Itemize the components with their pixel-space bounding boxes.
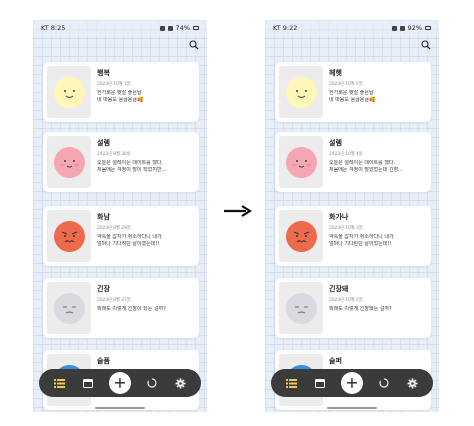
entry-body: 처음에는 걱정이 많이 되었지만... xyxy=(97,167,167,173)
diary-card[interactable]: 화가나 2023년 10월 3일 약속을 갑자기 취소하다니 내가 얼마나 기다… xyxy=(275,206,431,266)
entry-title: 설렘 xyxy=(329,139,342,147)
search-icon[interactable] xyxy=(421,40,431,50)
phone-before: KT 8:25 74% 행복 2023년 10월 1일 한가로운 햇살 좋은날 … xyxy=(33,20,207,412)
entry-body: 뭐래도 이렇게 긴장이 되는 걸까? xyxy=(97,306,166,312)
wifi-icon xyxy=(167,25,173,31)
emotion-thumb xyxy=(279,66,323,118)
entry-body: 오늘은 설레이는 데이트를 했다. xyxy=(329,160,396,166)
calendar-icon[interactable] xyxy=(80,375,96,391)
entry-body: 내 마음도 몽글몽글🥰 xyxy=(329,97,376,103)
entry-title: 헤헷 xyxy=(329,69,342,77)
gear-icon[interactable] xyxy=(405,375,421,391)
loading-icon[interactable] xyxy=(376,375,392,391)
list-icon[interactable] xyxy=(51,375,67,391)
entry-body: 약속을 갑자기 취소하다니 내가 xyxy=(329,234,394,240)
calendar-icon[interactable] xyxy=(312,375,328,391)
entry-title: 화가나 xyxy=(329,213,349,221)
entry-date: 2023년 10월 1일 xyxy=(97,82,131,87)
entry-title: 설렘 xyxy=(97,139,110,147)
entry-date: 2023년 9월 29일 xyxy=(97,226,131,231)
emotion-thumb xyxy=(47,210,91,262)
entry-title: 긴장돼 xyxy=(329,285,349,293)
entry-body: 뭐래도 이렇게 긴장돼는 걸까? xyxy=(329,306,392,312)
diary-card[interactable]: 행복 2023년 10월 1일 한가로운 햇살 좋은날 내 마음도 몽글몽글🥰 xyxy=(43,62,199,122)
happy-face-icon xyxy=(53,76,85,108)
happy-face-icon xyxy=(285,76,317,108)
status-icons: 92% xyxy=(391,24,431,32)
entry-body: 한가로운 햇살 좋은날 xyxy=(97,90,142,96)
excited-face-icon xyxy=(53,146,85,178)
entry-title: 슬퍼 xyxy=(329,357,342,365)
diary-card[interactable]: 설렘 2023년 10월 4일 오늘은 설레이는 데이트를 했다. 처음에는 걱… xyxy=(275,132,431,192)
entry-title: 행복 xyxy=(97,69,110,77)
battery-icon xyxy=(425,26,431,30)
diary-card[interactable]: 긴장돼 2023년 10월 2일 뭐래도 이렇게 긴장돼는 걸까? xyxy=(275,278,431,338)
add-button[interactable]: + xyxy=(340,372,363,394)
nervous-face-icon xyxy=(285,292,317,324)
entry-title: 화남 xyxy=(97,213,110,221)
emotion-thumb xyxy=(47,282,91,334)
diary-card[interactable]: 화남 2023년 9월 29일 약속을 갑자기 취소하다니 내가 얼마나 기다려… xyxy=(43,206,199,266)
diary-card[interactable]: 긴장 2023년 9월 27일 뭐래도 이렇게 긴장이 되는 걸까? xyxy=(43,278,199,338)
entry-date: 2023년 9월 30일 xyxy=(97,152,131,157)
entry-date: 2023년 10월 2일 xyxy=(329,298,363,303)
entry-body: 한가로운 햇살 좋은날 xyxy=(329,90,374,96)
entry-body: 얼마나 기다려던 날이였는데!! xyxy=(97,241,160,247)
status-time: KT 8:25 xyxy=(41,24,66,32)
emotion-thumb xyxy=(47,136,91,188)
list-icon[interactable] xyxy=(283,375,299,391)
loading-icon[interactable] xyxy=(144,375,160,391)
entry-body: 얼마나 기다린던 날이었는데!! xyxy=(329,241,392,247)
entry-title: 슬픔 xyxy=(97,357,110,365)
bottom-navbar: + xyxy=(39,369,201,397)
battery-icon xyxy=(193,26,199,30)
diary-card[interactable]: 헤헷 2023년 10월 5일 한가로운 햇살 좋은날 내 마음도 몽글몽글🥰 xyxy=(275,62,431,122)
diary-card[interactable]: 설렘 2023년 9월 30일 오늘은 설레이는 데이트를 했다. 처음에는 걱… xyxy=(43,132,199,192)
home-indicator xyxy=(95,407,145,409)
entry-body: 오늘은 설레이는 데이트를 했다. xyxy=(97,160,164,166)
phone-after: KT 9:22 92% 헤헷 2023년 10월 5일 한가로운 햇살 좋은날 … xyxy=(265,20,439,412)
status-icons: 74% xyxy=(159,24,199,32)
entry-date: 2023년 10월 5일 xyxy=(329,82,363,87)
search-icon[interactable] xyxy=(189,40,199,50)
emotion-thumb xyxy=(279,136,323,188)
entry-date: 2023년 10월 3일 xyxy=(329,226,363,231)
status-bar: KT 9:22 92% xyxy=(265,20,439,36)
bottom-navbar: + xyxy=(271,369,433,397)
emotion-thumb xyxy=(279,210,323,262)
excited-face-icon xyxy=(285,146,317,178)
entry-body: 처음에는 걱정이 많았었는데 긴장... xyxy=(329,167,403,173)
emotion-thumb xyxy=(47,66,91,118)
battery-percent: 92% xyxy=(407,24,422,32)
signal-icon xyxy=(391,25,397,31)
battery-percent: 74% xyxy=(175,24,190,32)
gear-icon[interactable] xyxy=(173,375,189,391)
entry-body: 약속을 갑자기 취소하다니 내가 xyxy=(97,234,162,240)
angry-face-icon xyxy=(53,220,85,252)
entry-date: 2023년 9월 27일 xyxy=(97,298,131,303)
add-button[interactable]: + xyxy=(108,372,131,394)
status-time: KT 9:22 xyxy=(273,24,298,32)
nervous-face-icon xyxy=(53,292,85,324)
entry-title: 긴장 xyxy=(97,285,110,293)
angry-face-icon xyxy=(285,220,317,252)
signal-icon xyxy=(159,25,165,31)
wifi-icon xyxy=(399,25,405,31)
status-bar: KT 8:25 74% xyxy=(33,20,207,36)
entry-date: 2023년 10월 4일 xyxy=(329,152,363,157)
entry-body: 내 마음도 몽글몽글🥰 xyxy=(97,97,144,103)
emotion-thumb xyxy=(279,282,323,334)
arrow-right-icon xyxy=(224,205,252,217)
home-indicator xyxy=(327,407,377,409)
